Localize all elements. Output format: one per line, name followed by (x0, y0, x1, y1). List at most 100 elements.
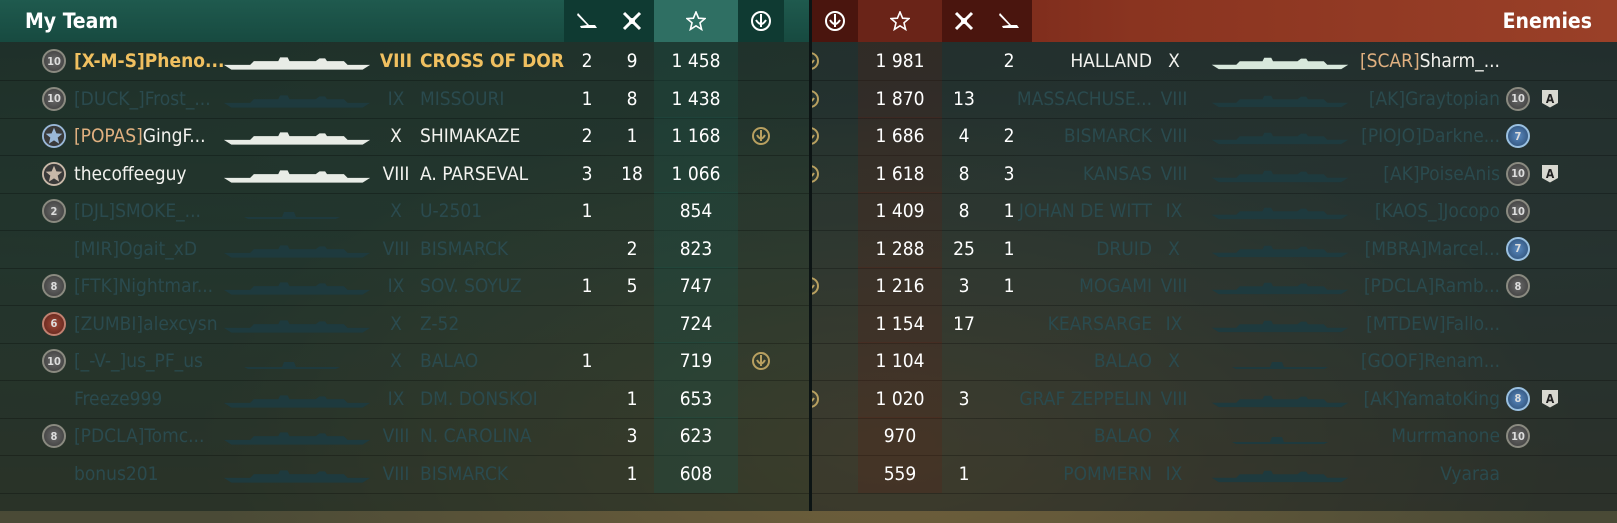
ship-silhouette-icon (1210, 168, 1350, 188)
ship-tier: VIII (1160, 387, 1188, 410)
ship-name: SOV. SOYUZ (420, 275, 522, 297)
my-team-row[interactable]: 10 [_-V-_]us_PF_us X BALAO 1 719 (0, 342, 809, 381)
planes-shot-value: 3 (958, 387, 970, 410)
ship-name: N. CAROLINA (420, 425, 532, 447)
my-team-row[interactable]: Freeze999 IX DM. DONSKOI 1 653 (0, 379, 809, 419)
player-name[interactable]: [AK]YamatoKing (1342, 380, 1500, 418)
player-name[interactable]: Freeze999 (74, 380, 224, 418)
player-name[interactable]: Vyaraa (1342, 455, 1500, 493)
player-name[interactable]: [MTDEW]Fallo... (1342, 305, 1500, 343)
torpedo-hits-column-header[interactable] (564, 0, 610, 42)
ship-silhouette-icon (1210, 430, 1350, 449)
my-team-row[interactable]: thecoffeeguy VIII A. PARSEVAL 3 18 1 066 (0, 154, 809, 194)
enemy-team-row[interactable]: 1 981 2 HALLAND X [SCAR]Sharm_... (812, 42, 1617, 81)
experience-value: 1 066 (671, 162, 721, 185)
player-name[interactable]: [ZUMBI]alexcysn (74, 305, 224, 343)
ship-silhouette-icon (222, 355, 362, 374)
my-team-row[interactable]: 2 [DJL]SMOKE_... X U-2501 1 854 (0, 192, 809, 231)
player-name[interactable]: [DUCK_]Frost_... (74, 80, 224, 118)
player-name[interactable]: bonus201 (74, 455, 224, 493)
enemy-team-row[interactable]: 1 870 13 MASSACHUSE... VIII [AK]Graytopian 10… (812, 79, 1617, 119)
player-name[interactable]: Murrmanone (1342, 417, 1500, 455)
player-name[interactable]: [AK]PoiseAnis (1342, 155, 1500, 193)
player-name[interactable]: [AK]Graytopian (1342, 80, 1500, 118)
planes-shot-value: 4 (958, 125, 970, 147)
player-name[interactable]: [PDCLA]Tomc... (74, 417, 224, 455)
experience-value: 1 409 (875, 200, 925, 222)
player-name[interactable]: thecoffeeguy (74, 155, 224, 193)
star-xp-icon (686, 11, 706, 31)
enemy-team-row[interactable]: 1 618 8 3 KANSAS VIII [AK]PoiseAnis 10 A (812, 154, 1617, 194)
player-name[interactable]: [MIR]Ogait_xD (74, 230, 224, 268)
player-name[interactable]: [SCAR]Sharm_... (1342, 42, 1500, 80)
player-name[interactable]: [DJL]SMOKE_... (74, 192, 224, 230)
enemy-torpedo-hits-column-header[interactable] (986, 0, 1032, 42)
my-team-row[interactable]: [POPAS]GingF... X SHIMAKAZE 2 1 1 168 (0, 117, 809, 156)
enemy-team-row[interactable]: 1 409 8 1 JOHAN DE WITT IX [KAOS_]Jocopo 10 (812, 192, 1617, 231)
player-nick: SMOKE_... (115, 200, 201, 222)
rank-badge-icon: 10 (1506, 86, 1530, 111)
torpedo-hits-value: 3 (581, 162, 593, 185)
my-team-row[interactable]: 8 [PDCLA]Tomc... VIII N. CAROLINA 3 623 (0, 417, 809, 456)
player-nick: Pheno... (144, 50, 224, 72)
player-nick: Frost_... (144, 87, 211, 110)
torpedo-hits-value: 1 (581, 200, 593, 222)
enemy-team-row[interactable]: 970 BALAO X Murrmanone 10 (812, 417, 1617, 456)
enemy-achievements-column-header[interactable] (812, 0, 858, 42)
player-name[interactable]: [_-V-_]us_PF_us (74, 342, 224, 380)
my-team-title: My Team (25, 9, 119, 33)
enemy-team-row[interactable]: 1 288 25 1 DRUID X [MBRA]Marcel... 7 (812, 229, 1617, 269)
planes-shot-column-header[interactable] (610, 0, 654, 42)
enemy-experience-column-header[interactable] (858, 0, 942, 42)
player-nick: Vyaraa (1440, 462, 1500, 485)
player-name[interactable]: [MBRA]Marcel... (1342, 230, 1500, 268)
ship-silhouette-icon (222, 280, 372, 300)
player-name[interactable]: [PDCLA]Ramb... (1342, 267, 1500, 305)
enemy-team-row[interactable]: 1 020 3 GRAF ZEPPELIN VIII [AK]YamatoKing 8 A (812, 379, 1617, 419)
ship-tier: VIII (382, 462, 410, 485)
enemy-team-panel: Enemies 1 981 2 HALLAND X [SCAR]Sharm_... 1 8… (812, 0, 1617, 511)
my-team-row[interactable]: [MIR]Ogait_xD VIII BISMARCK 2 823 (0, 229, 809, 269)
achievement-icon[interactable] (751, 351, 771, 371)
achievement-icon[interactable] (812, 164, 820, 184)
player-name[interactable]: [KAOS_]Jocopo (1342, 192, 1500, 230)
enemy-team-row[interactable]: 559 1 POMMERN IX Vyaraa (812, 454, 1617, 494)
ship-name: Z-52 (420, 312, 460, 335)
player-name[interactable]: [FTK]Nightmar... (74, 267, 224, 305)
my-team-row[interactable]: bonus201 VIII BISMARCK 1 608 (0, 454, 809, 494)
clan-tag: [PIOJO] (1361, 125, 1422, 147)
player-nick: Ramb... (1434, 275, 1500, 297)
rank-star-icon (42, 161, 66, 186)
achievement-icon[interactable] (812, 126, 820, 146)
ship-tier: VIII (382, 162, 410, 185)
enemy-team-row[interactable]: 1 686 4 2 BISMARCK VIII [PIOJO]Darkne... 7 (812, 117, 1617, 156)
ship-tier: X (390, 312, 402, 335)
enemy-team-row[interactable]: 1 104 BALAO X [GOOF]Renam... (812, 342, 1617, 381)
achievement-icon[interactable] (812, 89, 820, 109)
my-team-row[interactable]: 8 [FTK]Nightmar... IX SOV. SOYUZ 1 5 747 (0, 267, 809, 306)
achievements-column-header[interactable] (738, 0, 784, 42)
enemy-planes-shot-column-header[interactable] (942, 0, 986, 42)
enemy-team-row[interactable]: 1 154 17 KEARSARGE IX [MTDEW]Fallo... (812, 304, 1617, 344)
my-team-row[interactable]: 10 [X-M-S]Pheno... VIII CROSS OF DORN 2 9 1 45… (0, 42, 809, 81)
planes-shot-value: 8 (958, 162, 970, 185)
player-name[interactable]: [X-M-S]Pheno... (74, 42, 224, 80)
ship-silhouette-icon (222, 318, 372, 338)
achievement-icon[interactable] (812, 389, 820, 409)
ship-silhouette-icon (1210, 205, 1350, 225)
enemy-team-row[interactable]: 1 216 3 1 MOGAMI VIII [PDCLA]Ramb... 8 (812, 267, 1617, 306)
my-team-row[interactable]: 6 [ZUMBI]alexcysn X Z-52 724 (0, 304, 809, 344)
player-name[interactable]: [GOOF]Renam... (1342, 342, 1500, 380)
achievement-icon[interactable] (812, 276, 820, 296)
experience-column-header[interactable] (654, 0, 738, 42)
achievement-icon[interactable] (751, 126, 771, 146)
my-team-row[interactable]: 10 [DUCK_]Frost_... IX MISSOURI 1 8 1 438 (0, 79, 809, 119)
ship-name: BISMARCK (420, 462, 509, 485)
achievement-icon[interactable] (812, 51, 820, 71)
player-nick: Marcel... (1427, 237, 1500, 260)
ship-tier: X (390, 125, 402, 147)
player-name[interactable]: [PIOJO]Darkne... (1342, 117, 1500, 155)
torpedo-hits-value: 1 (581, 350, 593, 372)
player-name[interactable]: [POPAS]GingF... (74, 117, 224, 155)
ship-silhouette-icon (222, 205, 362, 224)
